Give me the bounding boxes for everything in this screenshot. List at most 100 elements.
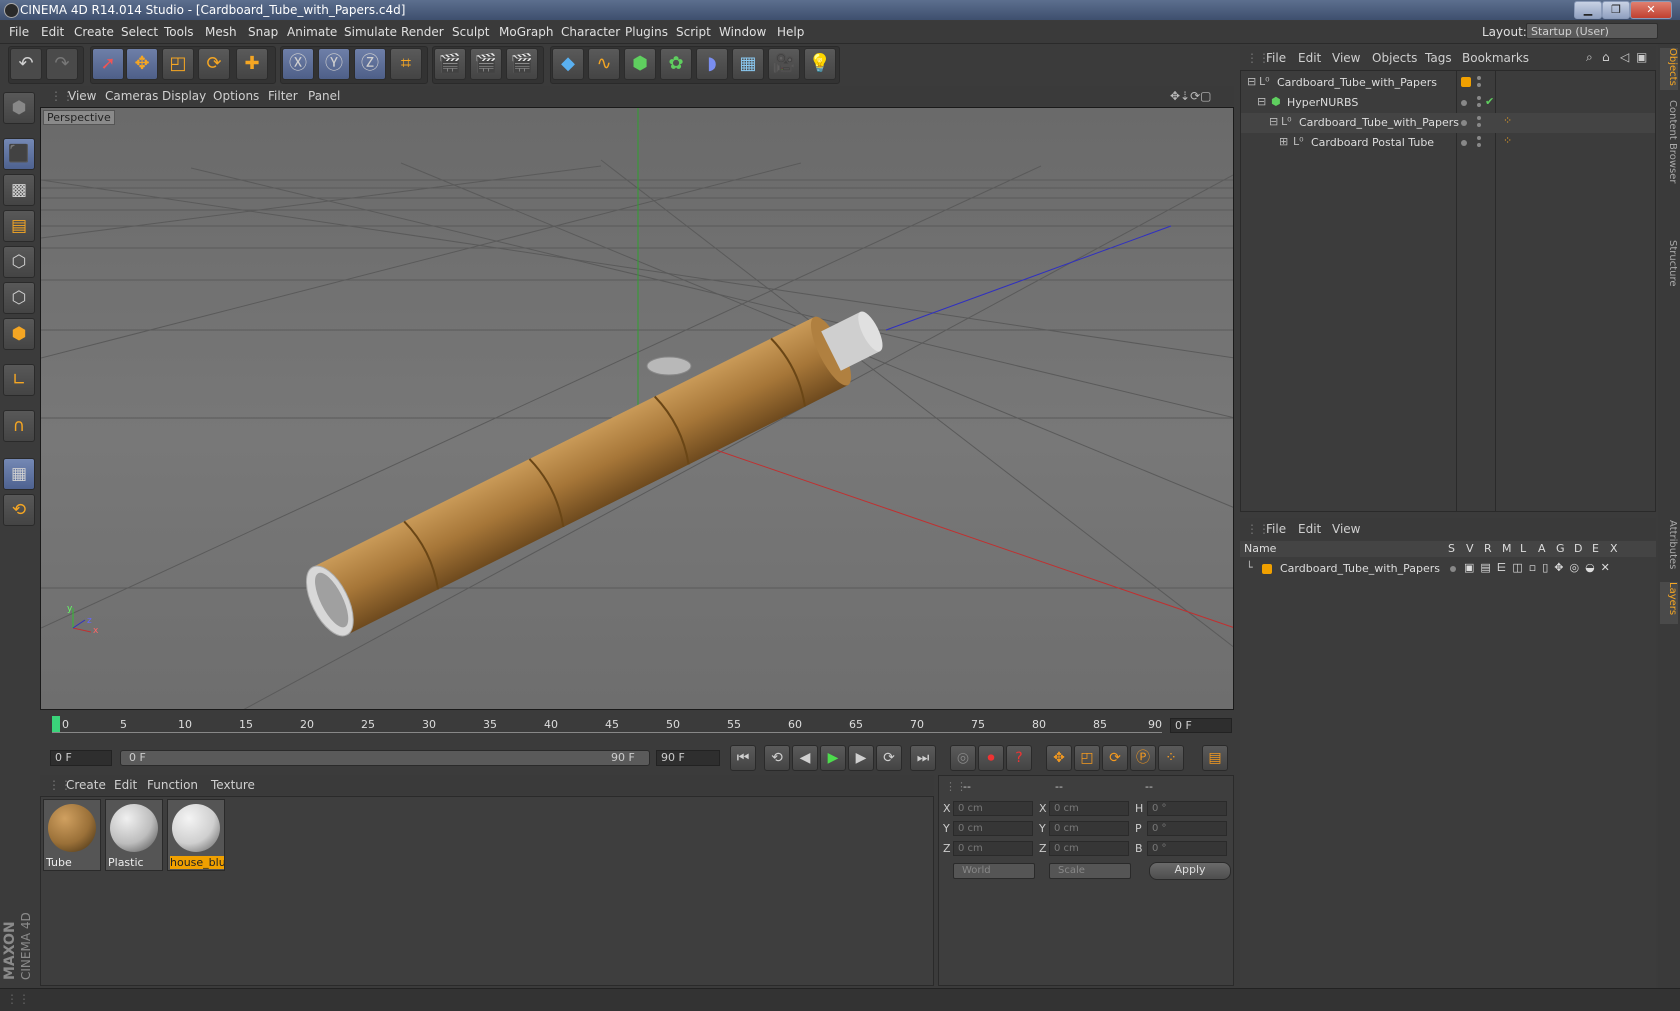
object-row-root[interactable]: ⊟ L⁰ Cardboard_Tube_with_Papers: [1241, 73, 1655, 93]
material-tag-icon[interactable]: ⁘: [1503, 114, 1512, 127]
snap-magnet-icon[interactable]: ∩: [3, 410, 35, 442]
material-house-blu[interactable]: house_blu: [167, 799, 225, 871]
material-tube[interactable]: Tube: [43, 799, 101, 871]
layer-col-generators[interactable]: G: [1556, 542, 1565, 555]
layer-col-animation[interactable]: A: [1538, 542, 1546, 555]
timeline-window-icon[interactable]: ▤: [1202, 745, 1228, 771]
object-row-postal-tube[interactable]: ⊞ L⁰ Cardboard Postal Tube ⁘: [1241, 133, 1655, 153]
object-menu-tags[interactable]: Tags: [1425, 51, 1452, 65]
layer-menu-edit[interactable]: Edit: [1298, 522, 1321, 536]
visibility-editor-dot[interactable]: [1477, 76, 1481, 80]
menu-window[interactable]: Window: [719, 25, 766, 39]
maximize-button[interactable]: ❐: [1602, 1, 1630, 19]
tab-attributes[interactable]: Attributes: [1660, 520, 1678, 576]
layer-col-manager[interactable]: M: [1502, 542, 1512, 555]
next-key-icon[interactable]: ⟳: [876, 745, 902, 771]
viewport-nav-icons[interactable]: ✥⇣⟳▢: [1170, 89, 1212, 103]
menu-animate[interactable]: Animate: [287, 25, 337, 39]
collapse-icon[interactable]: ⊟: [1247, 75, 1256, 88]
rotate-icon[interactable]: ⟳: [198, 48, 230, 80]
material-menu-create[interactable]: Create: [66, 778, 106, 792]
spline-icon[interactable]: ∿: [588, 48, 620, 80]
next-frame-icon[interactable]: ▶: [848, 745, 874, 771]
expand-icon[interactable]: ⊞: [1279, 135, 1288, 148]
key-point-level-icon[interactable]: ⁘: [1158, 745, 1184, 771]
menu-script[interactable]: Script: [676, 25, 711, 39]
z-axis-lock-icon[interactable]: Ⓩ: [354, 48, 386, 80]
layer-col-deformers[interactable]: D: [1574, 542, 1582, 555]
enabled-check-icon[interactable]: ✔: [1485, 95, 1494, 108]
layer-col-render[interactable]: R: [1484, 542, 1492, 555]
go-to-start-icon[interactable]: ⏮: [730, 745, 756, 771]
go-to-end-icon[interactable]: ⏭: [910, 745, 936, 771]
viewport-menu-cameras[interactable]: Cameras: [105, 89, 158, 103]
timeline-ruler[interactable]: 0 5 10 15 20 25 30 35 40 45 50 55 60 65 …: [40, 712, 1234, 740]
model-mode-icon[interactable]: ⬛: [3, 138, 35, 170]
rotation-p-field[interactable]: 0 °: [1147, 821, 1227, 836]
object-menu-objects[interactable]: Objects: [1372, 51, 1417, 65]
collapse-icon[interactable]: ⊟: [1257, 95, 1266, 108]
layer-menu-view[interactable]: View: [1332, 522, 1360, 536]
light-icon[interactable]: 💡: [804, 48, 836, 80]
layer-menu-file[interactable]: File: [1266, 522, 1286, 536]
end-frame-field[interactable]: 90 F: [656, 750, 720, 766]
layer-col-view[interactable]: V: [1466, 542, 1474, 555]
object-row-tube-with-papers[interactable]: ⊟ L⁰ Cardboard_Tube_with_Papers ⁘: [1241, 113, 1655, 133]
previous-frame-icon[interactable]: ◀: [792, 745, 818, 771]
back-icon[interactable]: ◁: [1620, 50, 1629, 64]
live-select-icon[interactable]: ➚: [92, 48, 124, 80]
visibility-render-dot[interactable]: [1477, 83, 1481, 87]
x-axis-lock-icon[interactable]: Ⓧ: [282, 48, 314, 80]
viewport-menu-display[interactable]: Display: [162, 89, 206, 103]
viewport-perspective[interactable]: Perspective y x z: [40, 107, 1234, 710]
material-plastic[interactable]: Plastic: [105, 799, 163, 871]
record-keys-icon[interactable]: ◎: [950, 745, 976, 771]
playhead[interactable]: [52, 716, 60, 732]
previous-key-icon[interactable]: ⟲: [764, 745, 790, 771]
layer-col-solo[interactable]: S: [1448, 542, 1455, 555]
keyframe-selection-icon[interactable]: ?: [1006, 745, 1032, 771]
size-x-field[interactable]: 0 cm: [1049, 801, 1129, 816]
edges-mode-icon[interactable]: ⬡: [3, 282, 35, 314]
range-slider[interactable]: 0 F 90 F: [120, 750, 650, 766]
menu-snap[interactable]: Snap: [248, 25, 278, 39]
current-frame-field[interactable]: 0 F: [1170, 718, 1232, 733]
y-axis-lock-icon[interactable]: Ⓨ: [318, 48, 350, 80]
menu-file[interactable]: File: [9, 25, 29, 39]
menu-create[interactable]: Create: [74, 25, 114, 39]
viewport-menu-filter[interactable]: Filter: [268, 89, 298, 103]
object-menu-bookmarks[interactable]: Bookmarks: [1462, 51, 1529, 65]
layout-select[interactable]: Startup (User): [1526, 23, 1658, 39]
viewport-menu-view[interactable]: View: [68, 89, 96, 103]
viewport-menu-options[interactable]: Options: [213, 89, 259, 103]
position-y-field[interactable]: 0 cm: [953, 821, 1033, 836]
visibility-render-dot[interactable]: [1477, 103, 1481, 107]
tab-objects[interactable]: Objects: [1660, 48, 1678, 90]
menu-plugins[interactable]: Plugins: [625, 25, 668, 39]
menu-mesh[interactable]: Mesh: [205, 25, 237, 39]
menu-mograph[interactable]: MoGraph: [499, 25, 554, 39]
object-menu-file[interactable]: File: [1266, 51, 1286, 65]
position-x-field[interactable]: 0 cm: [953, 801, 1033, 816]
close-button[interactable]: ✕: [1630, 1, 1672, 19]
layer-col-name[interactable]: Name: [1244, 542, 1276, 555]
key-scale-icon[interactable]: ◰: [1074, 745, 1100, 771]
object-row-hypernurbs[interactable]: ⊟ ⬢ HyperNURBS ✔: [1241, 93, 1655, 113]
object-menu-edit[interactable]: Edit: [1298, 51, 1321, 65]
nurbs-icon[interactable]: ⬢: [624, 48, 656, 80]
material-menu-texture[interactable]: Texture: [211, 778, 255, 792]
scale-select[interactable]: Scale: [1049, 863, 1131, 879]
menu-select[interactable]: Select: [121, 25, 158, 39]
scale-icon[interactable]: ◰: [162, 48, 194, 80]
layer-toggle-icons[interactable]: ▣▤⋿◫▫▯✥◎◒✕: [1464, 561, 1652, 574]
solo-toggle[interactable]: [1450, 566, 1456, 572]
world-select[interactable]: World: [953, 863, 1035, 879]
start-frame-field[interactable]: 0 F: [50, 750, 112, 766]
workplane-lock-icon[interactable]: ▦: [3, 458, 35, 490]
polygons-mode-icon[interactable]: ⬢: [3, 318, 35, 350]
menu-simulate[interactable]: Simulate: [344, 25, 397, 39]
size-y-field[interactable]: 0 cm: [1049, 821, 1129, 836]
key-rotation-icon[interactable]: ⟳: [1102, 745, 1128, 771]
floor-icon[interactable]: ▦: [732, 48, 764, 80]
play-icon[interactable]: ▶: [820, 745, 846, 771]
